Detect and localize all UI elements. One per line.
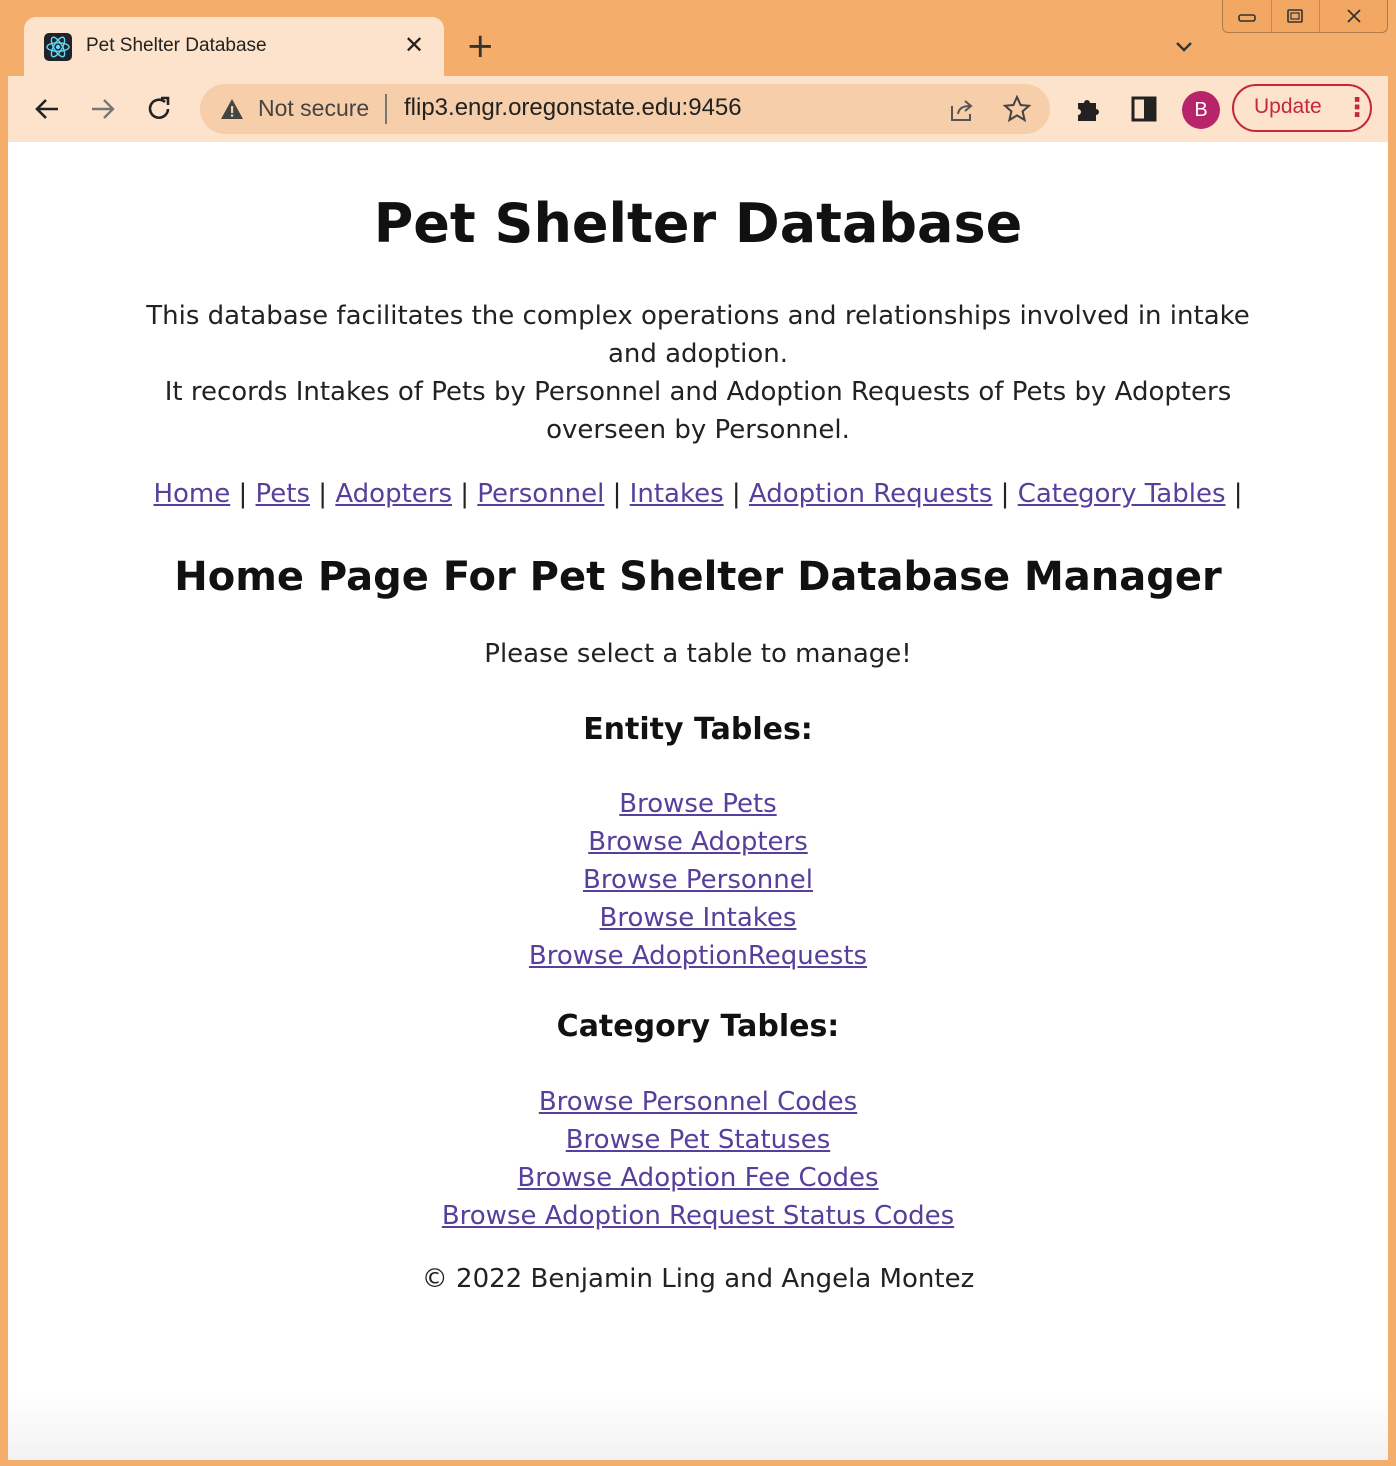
tab-title: Pet Shelter Database	[86, 35, 267, 56]
nav-link-personnel[interactable]: Personnel	[477, 479, 604, 509]
maximize-button[interactable]	[1272, 0, 1321, 32]
tab-strip: Pet Shelter Database ✕ +	[0, 0, 1396, 76]
update-button[interactable]: Update ⋮	[1232, 84, 1372, 132]
share-icon[interactable]	[948, 96, 976, 124]
nav-link-adopters[interactable]: Adopters	[335, 479, 452, 509]
new-tab-button[interactable]: +	[466, 28, 495, 64]
entity-tables-heading: Entity Tables:	[583, 712, 813, 747]
nav-separator: |	[1233, 479, 1243, 509]
nav-separator: |	[460, 479, 470, 509]
update-label: Update	[1254, 95, 1322, 118]
url-text[interactable]: flip3.engr.oregonstate.edu:9456	[404, 94, 742, 122]
page-title: Pet Shelter Database	[373, 192, 1023, 255]
browse-adoption-request-status-codes-link[interactable]: Browse Adoption Request Status Codes	[442, 1201, 954, 1231]
entity-tables-links: Browse Pets Browse Adopters Browse Perso…	[8, 785, 1388, 975]
browse-intakes-link[interactable]: Browse Intakes	[600, 903, 797, 933]
browse-pet-statuses-link[interactable]: Browse Pet Statuses	[566, 1125, 831, 1155]
nav-bar: Home | Pets | Adopters | Personnel | Int…	[8, 475, 1388, 513]
select-prompt: Please select a table to manage!	[484, 639, 912, 669]
description-line: This database facilitates the complex op…	[146, 301, 1250, 369]
forward-arrow-icon[interactable]	[86, 92, 120, 126]
security-status[interactable]: Not secure	[258, 95, 369, 122]
nav-link-pets[interactable]: Pets	[256, 479, 311, 509]
close-window-button[interactable]	[1320, 0, 1387, 32]
react-favicon-icon	[44, 33, 72, 61]
nav-separator: |	[731, 479, 741, 509]
tab-search-chevron-icon[interactable]	[1172, 34, 1196, 58]
nav-link-intakes[interactable]: Intakes	[630, 479, 724, 509]
browse-adopters-link[interactable]: Browse Adopters	[588, 827, 808, 857]
back-arrow-icon[interactable]	[30, 92, 64, 126]
address-bar[interactable]: Not secure flip3.engr.oregonstate.edu:94…	[200, 84, 1050, 134]
home-heading: Home Page For Pet Shelter Database Manag…	[174, 554, 1222, 600]
browser-tab[interactable]: Pet Shelter Database ✕	[24, 17, 444, 76]
nav-link-category-tables[interactable]: Category Tables	[1018, 479, 1226, 509]
side-panel-icon[interactable]	[1128, 93, 1160, 125]
window-controls	[1222, 0, 1388, 33]
nav-link-home[interactable]: Home	[153, 479, 230, 509]
reload-icon[interactable]	[142, 92, 176, 126]
nav-separator: |	[612, 479, 622, 509]
nav-separator: |	[238, 479, 248, 509]
browser-toolbar: Not secure flip3.engr.oregonstate.edu:94…	[8, 76, 1388, 142]
page-description: This database facilitates the complex op…	[138, 297, 1258, 449]
profile-avatar[interactable]: B	[1182, 91, 1220, 129]
extensions-puzzle-icon[interactable]	[1072, 93, 1104, 125]
browse-personnel-link[interactable]: Browse Personnel	[583, 865, 813, 895]
description-line: It records Intakes of Pets by Personnel …	[164, 377, 1232, 445]
menu-kebab-icon[interactable]: ⋮	[1344, 92, 1370, 124]
browse-adoption-fee-codes-link[interactable]: Browse Adoption Fee Codes	[517, 1163, 878, 1193]
browse-adoption-requests-link[interactable]: Browse AdoptionRequests	[529, 941, 867, 971]
warning-triangle-icon[interactable]	[220, 98, 244, 120]
omnibox-divider	[385, 94, 387, 124]
browse-personnel-codes-link[interactable]: Browse Personnel Codes	[539, 1087, 857, 1117]
nav-separator: |	[318, 479, 328, 509]
minimize-button[interactable]	[1223, 0, 1272, 32]
nav-separator: |	[1000, 479, 1010, 509]
page-content: Pet Shelter Database This database facil…	[8, 142, 1388, 1460]
tab-close-icon[interactable]: ✕	[404, 31, 424, 59]
category-tables-heading: Category Tables:	[556, 1009, 840, 1044]
category-tables-links: Browse Personnel Codes Browse Pet Status…	[8, 1083, 1388, 1235]
footer-copyright: © 2022 Benjamin Ling and Angela Montez	[421, 1264, 975, 1294]
browser-window: Pet Shelter Database ✕ + Not secure flip…	[0, 0, 1396, 1466]
bookmark-star-icon[interactable]	[1002, 94, 1032, 124]
nav-link-adoption-requests[interactable]: Adoption Requests	[749, 479, 992, 509]
browse-pets-link[interactable]: Browse Pets	[619, 789, 776, 819]
